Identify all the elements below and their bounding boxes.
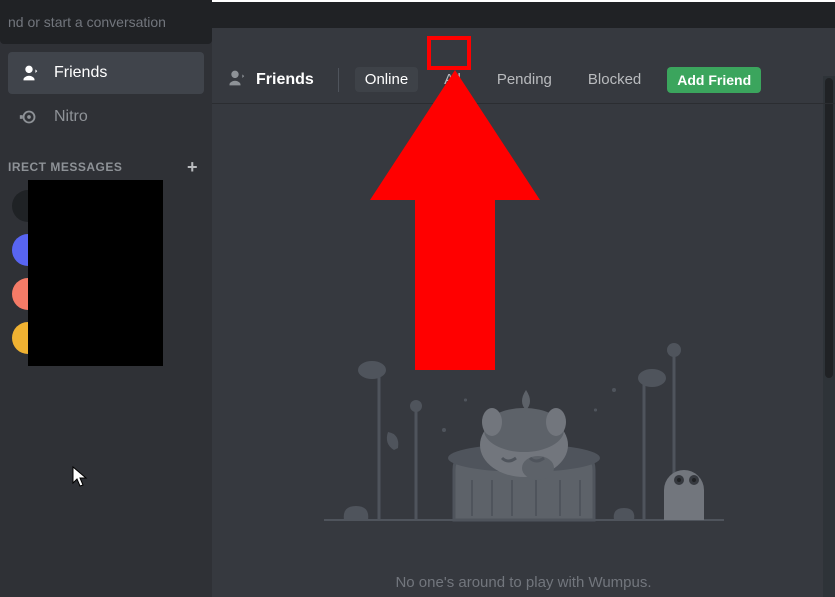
tab-online[interactable]: Online bbox=[355, 67, 418, 92]
app-root: nd or start a conversation Friends Nitro… bbox=[0, 0, 835, 597]
tab-blocked[interactable]: Blocked bbox=[578, 67, 651, 92]
sidebar-item-friends[interactable]: Friends bbox=[8, 52, 204, 94]
window-top-stripe bbox=[212, 0, 835, 28]
dm-list: na... bbox=[0, 180, 212, 364]
content-area: No one's around to play with Wumpus. bbox=[212, 104, 835, 597]
scrollbar-thumb[interactable] bbox=[825, 78, 833, 378]
search-input[interactable]: nd or start a conversation bbox=[0, 0, 212, 44]
search-placeholder: nd or start a conversation bbox=[8, 14, 166, 30]
create-dm-button[interactable]: + bbox=[187, 158, 198, 176]
sidebar-item-label: Nitro bbox=[54, 108, 88, 126]
wumpus-illustration bbox=[314, 330, 734, 550]
nitro-icon bbox=[18, 106, 40, 128]
friends-icon bbox=[224, 67, 246, 93]
divider bbox=[338, 68, 339, 92]
sidebar-item-label: Friends bbox=[54, 64, 107, 82]
dm-header-label: IRECT MESSAGES bbox=[8, 160, 122, 174]
sidebar-item-nitro[interactable]: Nitro bbox=[8, 96, 204, 138]
friends-icon bbox=[18, 62, 40, 84]
topbar: Friends Online All Pending Blocked Add F… bbox=[212, 56, 835, 104]
redaction-block bbox=[28, 180, 163, 366]
tab-all[interactable]: All bbox=[434, 67, 471, 92]
tab-pending[interactable]: Pending bbox=[487, 67, 562, 92]
main-panel: Friends Online All Pending Blocked Add F… bbox=[212, 0, 835, 597]
dm-header: IRECT MESSAGES + bbox=[0, 140, 212, 180]
empty-state-text: No one's around to play with Wumpus. bbox=[395, 574, 651, 591]
sidebar-nav: Friends Nitro bbox=[0, 52, 212, 140]
sidebar: nd or start a conversation Friends Nitro… bbox=[0, 0, 212, 597]
add-friend-button[interactable]: Add Friend bbox=[667, 67, 761, 93]
page-title: Friends bbox=[256, 71, 314, 89]
topbar-title-group: Friends bbox=[224, 67, 314, 93]
